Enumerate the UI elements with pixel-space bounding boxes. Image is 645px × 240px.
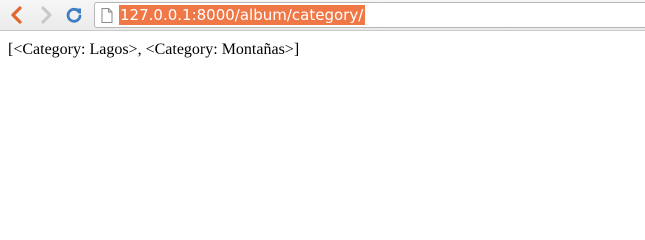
address-bar[interactable]: 127.0.0.1:8000/album/category/ [94,2,645,28]
reload-button[interactable] [62,3,86,27]
browser-toolbar: 127.0.0.1:8000/album/category/ [0,0,645,31]
reload-icon [66,7,82,23]
page-icon [101,8,113,23]
page-body-text: [<Category: Lagos>, <Category: Montañas>… [8,41,300,58]
back-button[interactable] [5,3,29,27]
url-text[interactable]: 127.0.0.1:8000/album/category/ [119,5,366,25]
chevron-right-icon [41,6,52,24]
chevron-left-icon [11,6,22,24]
forward-button[interactable] [34,3,58,27]
